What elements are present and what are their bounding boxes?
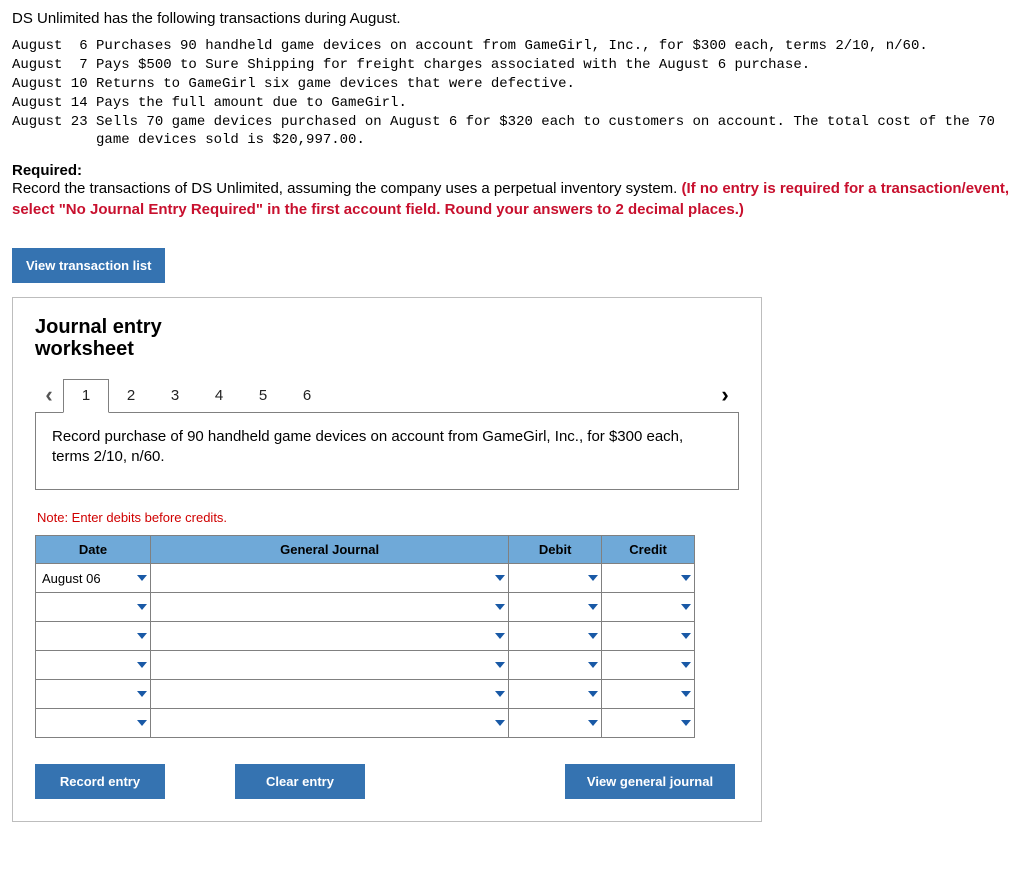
tab-row: ‹ 1 2 3 4 5 6 › [35, 374, 739, 413]
view-transaction-list-button[interactable]: View transaction list [12, 248, 165, 283]
tab-4[interactable]: 4 [197, 380, 241, 412]
prev-tab-button[interactable]: ‹ [35, 382, 63, 412]
credit-cell[interactable] [602, 622, 695, 651]
journal-entry-table: Date General Journal Debit Credit August… [35, 535, 695, 738]
general-journal-cell[interactable] [150, 709, 508, 738]
credit-cell[interactable] [602, 709, 695, 738]
table-row [36, 709, 695, 738]
table-row [36, 593, 695, 622]
journal-entry-worksheet: Journal entry worksheet ‹ 1 2 3 4 5 6 › … [12, 297, 762, 823]
dropdown-icon[interactable] [137, 575, 147, 581]
debit-cell[interactable] [509, 709, 602, 738]
table-row: August 06 [36, 564, 695, 593]
dropdown-icon[interactable] [588, 633, 598, 639]
record-entry-button[interactable]: Record entry [35, 764, 165, 799]
dropdown-icon[interactable] [137, 633, 147, 639]
tab-1[interactable]: 1 [63, 379, 109, 413]
tab-3[interactable]: 3 [153, 380, 197, 412]
date-cell[interactable]: August 06 [36, 564, 151, 593]
dropdown-icon[interactable] [681, 633, 691, 639]
dropdown-icon[interactable] [588, 662, 598, 668]
tab-5[interactable]: 5 [241, 380, 285, 412]
debit-cell[interactable] [509, 680, 602, 709]
dropdown-icon[interactable] [495, 662, 505, 668]
transactions-list: August 6 Purchases 90 handheld game devi… [12, 37, 1012, 150]
general-journal-cell[interactable] [150, 622, 508, 651]
view-general-journal-button[interactable]: View general journal [565, 764, 735, 799]
required-label: Required: [12, 162, 82, 179]
credit-cell[interactable] [602, 564, 695, 593]
debit-cell[interactable] [509, 593, 602, 622]
clear-entry-button[interactable]: Clear entry [235, 764, 365, 799]
dropdown-icon[interactable] [495, 691, 505, 697]
intro-text: DS Unlimited has the following transacti… [12, 10, 1012, 27]
col-debit-header: Debit [509, 536, 602, 564]
dropdown-icon[interactable] [137, 662, 147, 668]
table-header-row: Date General Journal Debit Credit [36, 536, 695, 564]
table-row [36, 680, 695, 709]
dropdown-icon[interactable] [681, 662, 691, 668]
table-row [36, 622, 695, 651]
dropdown-icon[interactable] [681, 720, 691, 726]
tab-2[interactable]: 2 [109, 380, 153, 412]
dropdown-icon[interactable] [137, 691, 147, 697]
date-value: August 06 [42, 571, 101, 586]
required-block: Required: Record the transactions of DS … [12, 162, 1012, 220]
date-cell[interactable] [36, 593, 151, 622]
date-cell[interactable] [36, 651, 151, 680]
col-date-header: Date [36, 536, 151, 564]
general-journal-cell[interactable] [150, 651, 508, 680]
dropdown-icon[interactable] [588, 720, 598, 726]
dropdown-icon[interactable] [588, 604, 598, 610]
dropdown-icon[interactable] [588, 575, 598, 581]
dropdown-icon[interactable] [681, 575, 691, 581]
date-cell[interactable] [36, 622, 151, 651]
dropdown-icon[interactable] [137, 604, 147, 610]
credit-cell[interactable] [602, 680, 695, 709]
dropdown-icon[interactable] [137, 720, 147, 726]
worksheet-title-line1: Journal entry [35, 316, 162, 338]
dropdown-icon[interactable] [681, 691, 691, 697]
date-cell[interactable] [36, 680, 151, 709]
general-journal-cell[interactable] [150, 680, 508, 709]
dropdown-icon[interactable] [495, 575, 505, 581]
dropdown-icon[interactable] [681, 604, 691, 610]
worksheet-button-row: Record entry Clear entry View general jo… [35, 764, 735, 799]
transaction-instruction: Record purchase of 90 handheld game devi… [35, 413, 739, 491]
debit-cell[interactable] [509, 651, 602, 680]
debit-cell[interactable] [509, 622, 602, 651]
dropdown-icon[interactable] [495, 604, 505, 610]
worksheet-title: Journal entry worksheet [35, 316, 739, 360]
table-row [36, 651, 695, 680]
debits-before-credits-note: Note: Enter debits before credits. [37, 510, 739, 525]
tab-6[interactable]: 6 [285, 380, 329, 412]
date-cell[interactable] [36, 709, 151, 738]
dropdown-icon[interactable] [495, 633, 505, 639]
general-journal-cell[interactable] [150, 593, 508, 622]
col-general-journal-header: General Journal [150, 536, 508, 564]
required-text: Record the transactions of DS Unlimited,… [12, 180, 682, 197]
general-journal-cell[interactable] [150, 564, 508, 593]
worksheet-title-line2: worksheet [35, 338, 134, 360]
debit-cell[interactable] [509, 564, 602, 593]
col-credit-header: Credit [602, 536, 695, 564]
credit-cell[interactable] [602, 593, 695, 622]
credit-cell[interactable] [602, 651, 695, 680]
dropdown-icon[interactable] [495, 720, 505, 726]
dropdown-icon[interactable] [588, 691, 598, 697]
next-tab-button[interactable]: › [711, 382, 739, 412]
